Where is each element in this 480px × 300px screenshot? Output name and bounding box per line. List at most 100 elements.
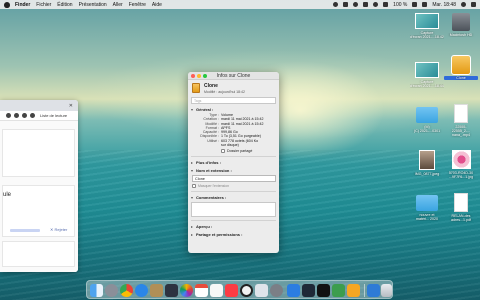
menu-bar: Finder Fichier Édition Présentation Alle… bbox=[0, 0, 480, 9]
browser-toolbar: Liste de lecture bbox=[0, 111, 78, 121]
divider bbox=[191, 220, 276, 222]
menu-edition[interactable]: Édition bbox=[57, 2, 72, 8]
pdf-icon bbox=[454, 193, 468, 212]
info-window-title: Infos sur Clone bbox=[216, 73, 251, 79]
section-sharing[interactable]: ▸ Partage et permissions : bbox=[191, 232, 276, 237]
trash-icon[interactable] bbox=[381, 284, 392, 297]
settings-icon[interactable] bbox=[270, 284, 283, 297]
desktop-icon-photo-1[interactable]: IMG_0877.jpeg bbox=[410, 150, 444, 176]
page-text: ule bbox=[3, 192, 12, 198]
external-drive-icon bbox=[192, 83, 200, 93]
menu-fenetre[interactable]: Fenêtre bbox=[129, 2, 146, 8]
desktop-icon-folder-3[interactable]: nouvre et matéri... 2020 bbox=[410, 195, 444, 221]
section-comments[interactable]: ▾ Commentaires : bbox=[191, 195, 276, 200]
volume-icon[interactable] bbox=[383, 2, 389, 7]
photos-icon[interactable] bbox=[180, 284, 193, 297]
close-icon[interactable]: ✕ bbox=[69, 103, 73, 109]
section-preview[interactable]: ▸ Aperçu : bbox=[191, 224, 276, 229]
reading-list-link[interactable]: Liste de lecture bbox=[40, 113, 67, 118]
downloads-icon[interactable] bbox=[367, 284, 380, 297]
document-icon bbox=[454, 104, 468, 123]
reject-button[interactable]: ✕ Rejeter bbox=[50, 227, 67, 232]
battery-percent[interactable]: 100 % bbox=[393, 2, 407, 8]
quicktime-icon[interactable] bbox=[240, 284, 253, 297]
tags-input[interactable]: Tags bbox=[191, 97, 276, 104]
desktop-icon-screenshot-2[interactable]: Capture d'écran 2021-...18.44.47 bbox=[410, 62, 444, 88]
shared-folder-label: Dossier partagé bbox=[227, 149, 253, 154]
menu-app-name[interactable]: Finder bbox=[15, 2, 30, 8]
spotlight-icon[interactable] bbox=[461, 2, 466, 7]
info-header: Clone Modifié : aujourd'hui 18:42 bbox=[188, 80, 279, 97]
wifi-icon[interactable] bbox=[373, 2, 379, 7]
notes-icon[interactable] bbox=[165, 284, 178, 297]
menu-aller[interactable]: Aller bbox=[113, 2, 123, 8]
desktop-icon-clone[interactable]: Clone bbox=[444, 55, 478, 81]
numbers-icon[interactable] bbox=[347, 284, 360, 297]
photo-icon bbox=[419, 150, 435, 170]
page-card bbox=[2, 129, 75, 177]
browser-page: ule ✕ Rejeter K 4/2 bbox=[0, 121, 78, 272]
sync-icon[interactable] bbox=[333, 2, 339, 7]
extension-icon[interactable] bbox=[343, 2, 349, 7]
hard-disk-icon bbox=[452, 13, 470, 31]
screenshot-icon bbox=[415, 13, 439, 29]
page-highlight bbox=[10, 229, 40, 232]
music-icon[interactable] bbox=[210, 284, 223, 297]
preview-icon[interactable] bbox=[255, 284, 268, 297]
menu-aide[interactable]: Aide bbox=[152, 2, 162, 8]
info-titlebar[interactable]: Infos sur Clone bbox=[188, 72, 279, 80]
desktop-icon-doc-1[interactable]: 22555- 22555_2-... nana_.mp4 bbox=[444, 104, 478, 138]
desktop-icon-disk[interactable]: Macintosh HD bbox=[444, 13, 478, 37]
desktop-icon-doc-3[interactable]: RELAN-des adres...1.pdf bbox=[444, 193, 478, 222]
comments-textarea[interactable] bbox=[191, 202, 276, 218]
activity-icon[interactable] bbox=[332, 284, 345, 297]
section-general[interactable]: ▾ Général : bbox=[191, 107, 276, 112]
divider bbox=[191, 156, 276, 158]
folder-icon bbox=[416, 107, 438, 123]
name-field[interactable]: Clone bbox=[192, 175, 276, 183]
folder-icon bbox=[416, 195, 438, 211]
battery-icon[interactable] bbox=[412, 2, 418, 7]
terminal-icon[interactable] bbox=[317, 284, 330, 297]
apple-icon[interactable] bbox=[4, 1, 10, 8]
hide-extension-option[interactable]: Masquer l'extension bbox=[192, 184, 279, 189]
safari-icon[interactable] bbox=[135, 284, 148, 297]
extension-icon[interactable] bbox=[6, 113, 11, 118]
timer-icon[interactable] bbox=[353, 2, 359, 7]
launchpad-icon[interactable] bbox=[105, 284, 118, 297]
profile-icon[interactable] bbox=[14, 113, 19, 118]
appstore-icon[interactable] bbox=[225, 284, 238, 297]
bluetooth-icon[interactable] bbox=[363, 2, 369, 7]
section-more-info[interactable]: ▸ Plus d'infos : bbox=[191, 160, 276, 165]
shared-folder-checkbox[interactable] bbox=[221, 149, 225, 154]
menu-presentation[interactable]: Présentation bbox=[79, 2, 107, 8]
desktop-icon-flower[interactable]: 5703-RO4D-30 ...9F7F6...1.jpg bbox=[444, 150, 478, 179]
screenshot-icon bbox=[415, 62, 439, 78]
keynote-icon[interactable] bbox=[302, 284, 315, 297]
browser-tab-bar: ✕ bbox=[0, 100, 78, 111]
menu-fichier[interactable]: Fichier bbox=[36, 2, 51, 8]
dock bbox=[86, 280, 393, 299]
flag-icon[interactable] bbox=[422, 2, 428, 7]
info-window[interactable]: Infos sur Clone Clone Modifié : aujourd'… bbox=[188, 72, 279, 253]
shared-folder-option[interactable]: Dossier partagé bbox=[221, 149, 276, 154]
word-icon[interactable] bbox=[287, 284, 300, 297]
control-center-icon[interactable] bbox=[471, 2, 476, 7]
image-icon bbox=[451, 150, 471, 169]
hide-extension-checkbox[interactable] bbox=[192, 184, 196, 189]
hide-extension-label: Masquer l'extension bbox=[198, 184, 230, 189]
chrome-icon[interactable] bbox=[120, 284, 133, 297]
section-name-extension[interactable]: ▾ Nom et extension : bbox=[191, 168, 276, 173]
finder-icon[interactable] bbox=[90, 284, 103, 297]
item-name: Clone bbox=[204, 83, 218, 89]
page-card bbox=[2, 241, 75, 267]
menu-clock[interactable]: Mar. 18:48 bbox=[432, 2, 456, 8]
mail-icon[interactable] bbox=[150, 284, 163, 297]
browser-window[interactable]: ✕ Liste de lecture ule ✕ Rejeter K 4/2 bbox=[0, 100, 78, 272]
star-icon[interactable] bbox=[22, 113, 27, 118]
desktop-icon-folder-1[interactable]: (M) (C) 2021-...0301 bbox=[410, 107, 444, 133]
calendar-icon[interactable] bbox=[195, 284, 208, 297]
desktop-icon-screenshot-1[interactable]: Capture d'écran 2021-...18.42.55 bbox=[410, 13, 444, 39]
divider bbox=[191, 191, 276, 193]
menu-icon[interactable] bbox=[30, 113, 35, 118]
